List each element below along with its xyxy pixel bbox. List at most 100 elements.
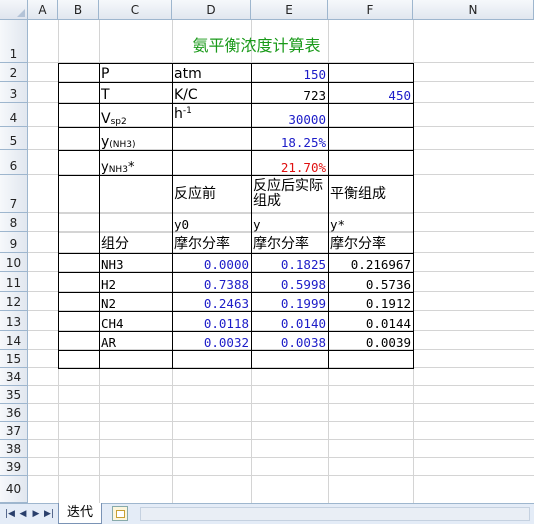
next-sheet-icon[interactable]: ▶ bbox=[30, 508, 42, 520]
row-header-13[interactable]: 13 bbox=[0, 311, 28, 331]
column-header-b[interactable]: B bbox=[58, 0, 99, 20]
component-y[interactable]: 0.1825 bbox=[251, 253, 329, 273]
cell-d6[interactable] bbox=[172, 150, 252, 176]
row-header-14[interactable]: 14 bbox=[0, 331, 28, 350]
cell-t-celsius[interactable]: 450 bbox=[328, 82, 414, 104]
row-header-5[interactable]: 5 bbox=[0, 127, 28, 150]
component-y0[interactable]: 0.7388 bbox=[172, 272, 252, 293]
row-header-11[interactable]: 11 bbox=[0, 272, 28, 292]
component-y[interactable]: 0.5998 bbox=[251, 272, 329, 293]
component-ystar[interactable]: 0.0144 bbox=[328, 311, 414, 332]
cell-b11[interactable] bbox=[58, 272, 100, 293]
component-y0[interactable]: 0.0032 bbox=[172, 331, 252, 351]
row-header-9[interactable]: 9 bbox=[0, 232, 28, 253]
cell-f2[interactable] bbox=[328, 63, 414, 83]
cell-ynh3-label[interactable]: y (NH3) bbox=[99, 127, 173, 151]
row-header-7[interactable]: 7 bbox=[0, 175, 28, 213]
component-name[interactable]: AR bbox=[99, 331, 173, 351]
sheet-tab[interactable]: 迭代 bbox=[58, 503, 103, 524]
column-header-a[interactable]: A bbox=[28, 0, 58, 20]
component-ystar[interactable]: 0.5736 bbox=[328, 272, 414, 293]
cell-f5[interactable] bbox=[328, 127, 414, 151]
cell-b14[interactable] bbox=[58, 331, 100, 351]
row-header-15[interactable]: 15 bbox=[0, 350, 28, 368]
row-header-38[interactable]: 38 bbox=[0, 440, 28, 458]
cell-p-value[interactable]: 150 bbox=[251, 63, 329, 83]
cell-mole-after[interactable]: 摩尔分率 bbox=[251, 232, 329, 254]
cell-component-header[interactable]: 组分 bbox=[99, 232, 173, 254]
row-header-4[interactable]: 4 bbox=[0, 103, 28, 127]
cell-c8[interactable] bbox=[99, 213, 173, 233]
cell-b12[interactable] bbox=[58, 292, 100, 312]
first-sheet-icon[interactable]: |◀ bbox=[4, 508, 16, 520]
cell-mole-before[interactable]: 摩尔分率 bbox=[172, 232, 252, 254]
cell-t-value[interactable]: 723 bbox=[251, 82, 329, 104]
cell-p-label[interactable]: P bbox=[99, 63, 173, 83]
row-header-35[interactable]: 35 bbox=[0, 386, 28, 404]
cell-b13[interactable] bbox=[58, 311, 100, 332]
row-header-6[interactable]: 6 bbox=[0, 150, 28, 175]
cell-mole-eq[interactable]: 摩尔分率 bbox=[328, 232, 414, 254]
column-header-e[interactable]: E bbox=[251, 0, 328, 20]
cell-d15[interactable] bbox=[172, 350, 252, 369]
cell-ynh3star-label[interactable]: y NH3 * bbox=[99, 150, 173, 176]
column-header-n[interactable]: N bbox=[413, 0, 534, 20]
cell-b4[interactable] bbox=[58, 103, 100, 128]
select-all-corner[interactable] bbox=[0, 0, 28, 20]
cell-d5[interactable] bbox=[172, 127, 252, 151]
component-name[interactable]: CH4 bbox=[99, 311, 173, 332]
cell-b5[interactable] bbox=[58, 127, 100, 151]
insert-sheet-icon[interactable] bbox=[112, 506, 128, 521]
component-ystar[interactable]: 0.0039 bbox=[328, 331, 414, 351]
prev-sheet-icon[interactable]: ◀ bbox=[17, 508, 29, 520]
cell-b9[interactable] bbox=[58, 232, 100, 254]
cell-t-label[interactable]: T bbox=[99, 82, 173, 104]
cell-f4[interactable] bbox=[328, 103, 414, 128]
cell-b8[interactable] bbox=[58, 213, 100, 233]
row-header-12[interactable]: 12 bbox=[0, 292, 28, 311]
last-sheet-icon[interactable]: ▶| bbox=[43, 508, 55, 520]
spreadsheet-grid[interactable]: A B C D E F N 1 2 3 4 5 6 7 8 9 10 11 12… bbox=[0, 0, 534, 503]
cell-b15[interactable] bbox=[58, 350, 100, 369]
component-y0[interactable]: 0.0118 bbox=[172, 311, 252, 332]
cell-header-before[interactable]: 反应前 bbox=[172, 175, 252, 214]
cell-b7[interactable] bbox=[58, 175, 100, 214]
row-header-40[interactable]: 40 bbox=[0, 476, 28, 503]
row-header-2[interactable]: 2 bbox=[0, 63, 28, 82]
cell-f15[interactable] bbox=[328, 350, 414, 369]
cell-sym-y0[interactable]: y0 bbox=[172, 213, 252, 233]
component-ystar[interactable]: 0.216967 bbox=[328, 253, 414, 273]
component-y[interactable]: 0.0038 bbox=[251, 331, 329, 351]
cell-header-after[interactable]: 反应后实际组成 bbox=[251, 175, 329, 214]
cell-ynh3star-value[interactable]: 21.70% bbox=[251, 150, 329, 176]
cell-b2[interactable] bbox=[58, 63, 100, 83]
cell-b10[interactable] bbox=[58, 253, 100, 273]
row-header-36[interactable]: 36 bbox=[0, 404, 28, 422]
component-name[interactable]: H2 bbox=[99, 272, 173, 293]
component-y0[interactable]: 0.2463 bbox=[172, 292, 252, 312]
column-header-f[interactable]: F bbox=[328, 0, 413, 20]
component-name[interactable]: NH3 bbox=[99, 253, 173, 273]
cell-header-eq[interactable]: 平衡组成 bbox=[328, 175, 414, 214]
cell-e15[interactable] bbox=[251, 350, 329, 369]
row-header-1[interactable]: 1 bbox=[0, 20, 28, 63]
component-y[interactable]: 0.1999 bbox=[251, 292, 329, 312]
cell-b6[interactable] bbox=[58, 150, 100, 176]
row-header-37[interactable]: 37 bbox=[0, 422, 28, 440]
cell-b3[interactable] bbox=[58, 82, 100, 104]
row-header-10[interactable]: 10 bbox=[0, 253, 28, 272]
column-header-d[interactable]: D bbox=[172, 0, 251, 20]
column-header-c[interactable]: C bbox=[99, 0, 172, 20]
cell-c15[interactable] bbox=[99, 350, 173, 369]
component-ystar[interactable]: 0.1912 bbox=[328, 292, 414, 312]
row-header-39[interactable]: 39 bbox=[0, 458, 28, 476]
cell-t-unit[interactable]: K/C bbox=[172, 82, 252, 104]
horizontal-scrollbar[interactable] bbox=[140, 507, 530, 521]
row-header-8[interactable]: 8 bbox=[0, 213, 28, 232]
cell-sym-ystar[interactable]: y* bbox=[328, 213, 414, 233]
cell-c7[interactable] bbox=[99, 175, 173, 214]
cell-f6[interactable] bbox=[328, 150, 414, 176]
cell-v-label[interactable]: Vsp2 bbox=[99, 103, 173, 128]
row-header-34[interactable]: 34 bbox=[0, 368, 28, 386]
cell-sym-y[interactable]: y bbox=[251, 213, 329, 233]
